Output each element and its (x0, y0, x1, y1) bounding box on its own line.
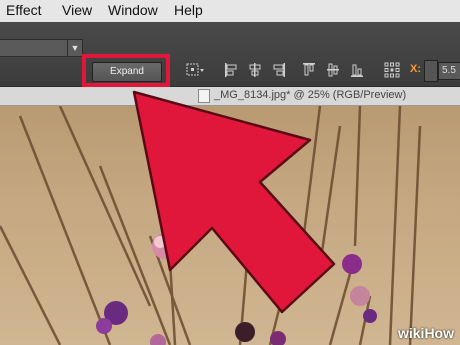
pointer-arrow-icon (132, 90, 336, 314)
wikihow-watermark: wikiHow (397, 325, 454, 341)
